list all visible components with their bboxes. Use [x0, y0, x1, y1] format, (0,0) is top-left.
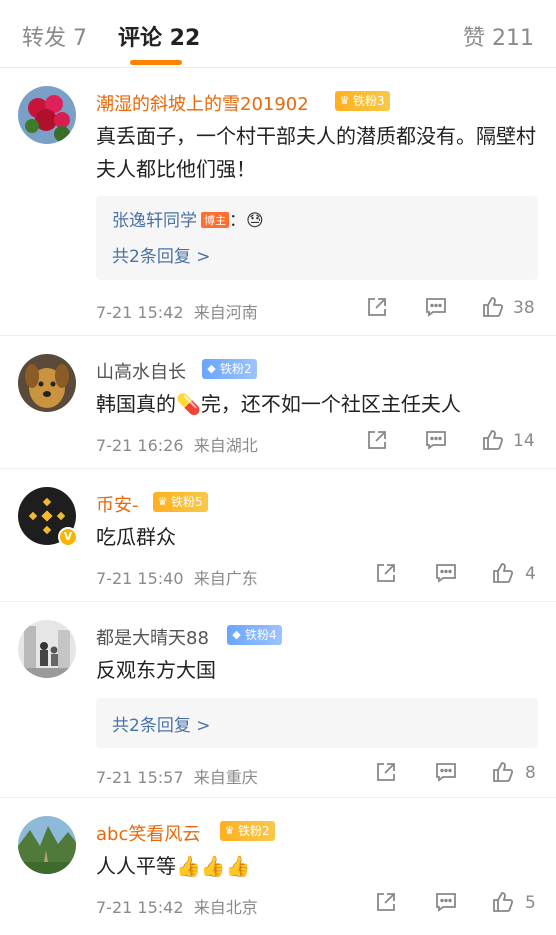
- diamond-icon: ◆: [232, 628, 241, 641]
- username[interactable]: abc笑看风云: [96, 820, 200, 846]
- active-tab-indicator: [130, 60, 182, 65]
- comment-item: 山高水自长 ◆ 铁粉2 韩国真的💊完，还不如一个社区主任夫人 7-21 16:26…: [0, 336, 556, 469]
- comment-time: 7-21 16:26: [96, 436, 184, 455]
- comment-item: V 币安- ♛ 铁粉5 吃瓜群众 7-21 15:40 来自广东 4: [0, 469, 556, 602]
- comment-text: 人人平等👍👍👍: [96, 854, 251, 878]
- comment-location: 来自广东: [193, 569, 258, 588]
- view-replies-link[interactable]: 共2条回复 >: [112, 711, 210, 736]
- reply-text: ：😓: [229, 211, 264, 231]
- comment-text: 真丢面子，一个村干部夫人的潜质都没有。隔壁村夫人都比他们强！: [96, 124, 536, 181]
- fan-badge[interactable]: ♛ 铁粉3: [335, 91, 390, 111]
- share-icon[interactable]: [375, 761, 397, 787]
- tab-repost[interactable]: 转发 7: [22, 20, 87, 52]
- comment-item: 都是大晴天88 ◆ 铁粉4 反观东方大国 共2条回复 > 7-21 15:57 来…: [0, 602, 556, 798]
- tab-comments[interactable]: 评论 22: [118, 20, 200, 52]
- comment-meta: 7-21 15:40 来自广东: [96, 565, 258, 589]
- like-count: 8: [525, 763, 536, 783]
- comment-meta: 7-21 15:42 来自北京: [96, 894, 258, 918]
- tab-likes[interactable]: 赞 211: [463, 20, 534, 52]
- comment-location: 来自北京: [193, 898, 258, 917]
- comment-text: 韩国真的💊完，还不如一个社区主任夫人: [96, 392, 461, 416]
- comment-location: 来自重庆: [193, 768, 258, 787]
- share-icon[interactable]: [366, 429, 388, 455]
- avatar[interactable]: [18, 86, 76, 144]
- comment-meta: 7-21 16:26 来自湖北: [96, 432, 258, 456]
- avatar[interactable]: [18, 354, 76, 412]
- like-count: 5: [525, 893, 536, 913]
- comment-icon[interactable]: [424, 296, 448, 322]
- username[interactable]: 山高水自长: [96, 358, 186, 384]
- fan-badge[interactable]: ◆ 铁粉2: [202, 359, 257, 379]
- share-icon[interactable]: [375, 891, 397, 917]
- diamond-icon: ◆: [207, 362, 216, 375]
- username[interactable]: 潮湿的斜坡上的雪201902: [96, 90, 309, 116]
- crown-icon: ♛: [339, 94, 350, 107]
- reply-line: 张逸轩同学 博主 ：😓: [112, 206, 264, 231]
- like-icon[interactable]: [491, 760, 515, 788]
- share-icon[interactable]: [366, 296, 388, 322]
- username[interactable]: 都是大晴天88: [96, 624, 209, 650]
- comment-icon[interactable]: [434, 891, 458, 917]
- fan-badge[interactable]: ♛ 铁粉2: [220, 821, 275, 841]
- crown-icon: ♛: [224, 824, 235, 837]
- comment-item: abc笑看风云 ♛ 铁粉2 人人平等👍👍👍 7-21 15:42 来自北京 5: [0, 798, 556, 934]
- fan-badge[interactable]: ◆ 铁粉4: [227, 625, 282, 645]
- like-count: 14: [513, 431, 535, 451]
- comment-location: 来自湖北: [193, 436, 258, 455]
- like-icon[interactable]: [481, 295, 505, 323]
- comment-text: 吃瓜群众: [96, 525, 176, 549]
- comment-item: 潮湿的斜坡上的雪201902 ♛ 铁粉3 真丢面子，一个村干部夫人的潜质都没有。隔…: [0, 68, 556, 336]
- like-count: 38: [513, 298, 535, 318]
- avatar[interactable]: [18, 620, 76, 678]
- comment-icon[interactable]: [434, 761, 458, 787]
- like-icon[interactable]: [481, 428, 505, 456]
- username[interactable]: 币安-: [96, 491, 139, 517]
- host-tag: 博主: [201, 212, 229, 228]
- reply-username[interactable]: 张逸轩同学: [112, 211, 197, 231]
- share-icon[interactable]: [375, 562, 397, 588]
- comment-time: 7-21 15:40: [96, 569, 184, 588]
- comment-text: 反观东方大国: [96, 658, 216, 682]
- comment-time: 7-21 15:57: [96, 768, 184, 787]
- comment-meta: 7-21 15:42 来自河南: [96, 299, 258, 323]
- comment-tabs: 转发 7 评论 22 赞 211: [0, 0, 556, 68]
- crown-icon: ♛: [157, 495, 168, 508]
- comment-location: 来自河南: [193, 303, 258, 322]
- comment-icon[interactable]: [424, 429, 448, 455]
- comment-time: 7-21 15:42: [96, 303, 184, 322]
- reply-preview[interactable]: 张逸轩同学 博主 ：😓 共2条回复 >: [96, 196, 538, 280]
- comment-icon[interactable]: [434, 562, 458, 588]
- like-icon[interactable]: [491, 561, 515, 589]
- avatar[interactable]: [18, 816, 76, 874]
- like-icon[interactable]: [491, 890, 515, 918]
- comment-meta: 7-21 15:57 来自重庆: [96, 764, 258, 788]
- view-replies-link[interactable]: 共2条回复 >: [112, 242, 210, 267]
- reply-preview[interactable]: 共2条回复 >: [96, 698, 538, 748]
- fan-badge[interactable]: ♛ 铁粉5: [153, 492, 208, 512]
- verified-badge-icon: V: [58, 527, 78, 547]
- comment-time: 7-21 15:42: [96, 898, 184, 917]
- like-count: 4: [525, 564, 536, 584]
